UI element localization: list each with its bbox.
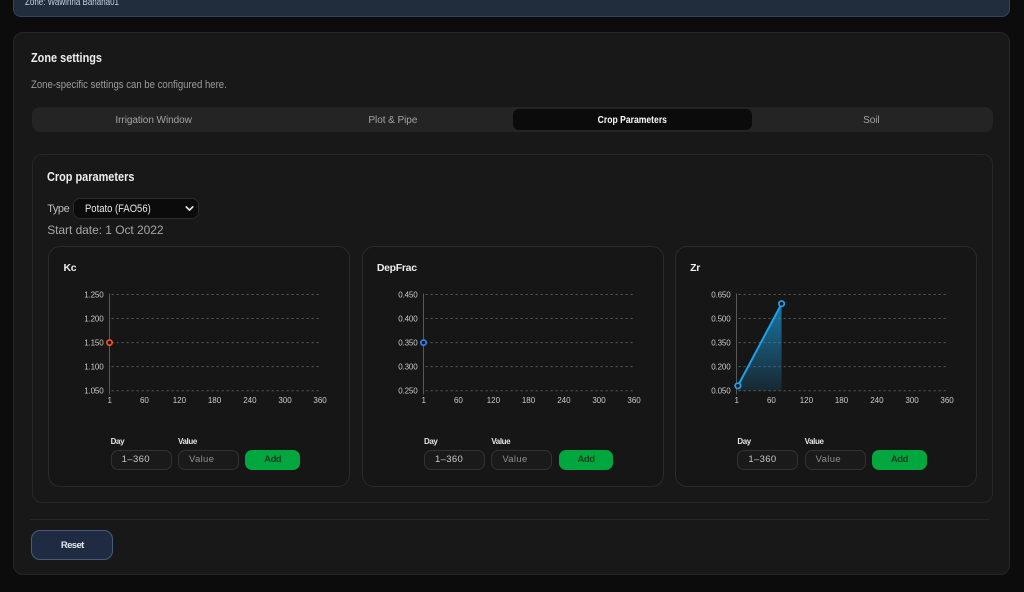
svg-text:180: 180 xyxy=(208,396,222,405)
svg-text:300: 300 xyxy=(279,396,293,405)
svg-text:120: 120 xyxy=(173,396,187,405)
svg-text:1: 1 xyxy=(735,396,740,405)
svg-text:0.650: 0.650 xyxy=(711,290,731,299)
svg-text:0.350: 0.350 xyxy=(711,339,731,348)
svg-text:60: 60 xyxy=(454,396,463,405)
svg-text:1.050: 1.050 xyxy=(85,387,105,396)
svg-text:180: 180 xyxy=(835,396,849,405)
svg-text:1.250: 1.250 xyxy=(85,290,105,299)
svg-text:240: 240 xyxy=(244,396,258,405)
svg-text:0.250: 0.250 xyxy=(398,387,418,396)
svg-text:240: 240 xyxy=(557,396,571,405)
svg-text:300: 300 xyxy=(592,396,606,405)
svg-text:1.100: 1.100 xyxy=(85,363,105,372)
svg-text:360: 360 xyxy=(314,396,328,405)
svg-text:60: 60 xyxy=(767,396,776,405)
svg-text:120: 120 xyxy=(487,396,501,405)
svg-text:60: 60 xyxy=(140,396,149,405)
svg-text:360: 360 xyxy=(941,396,955,405)
svg-text:240: 240 xyxy=(870,396,884,405)
svg-text:1.200: 1.200 xyxy=(85,314,105,323)
svg-text:0.300: 0.300 xyxy=(398,363,418,372)
svg-text:1.150: 1.150 xyxy=(85,339,105,348)
svg-text:300: 300 xyxy=(905,396,919,405)
svg-text:0.450: 0.450 xyxy=(398,290,418,299)
svg-text:0.350: 0.350 xyxy=(398,339,418,348)
svg-text:1: 1 xyxy=(108,396,113,405)
svg-text:120: 120 xyxy=(800,396,814,405)
svg-text:0.200: 0.200 xyxy=(711,363,731,372)
svg-text:0.400: 0.400 xyxy=(398,314,418,323)
svg-text:0.050: 0.050 xyxy=(711,387,731,396)
svg-text:360: 360 xyxy=(627,396,641,405)
svg-text:0.500: 0.500 xyxy=(711,314,731,323)
svg-text:1: 1 xyxy=(421,396,426,405)
svg-text:180: 180 xyxy=(522,396,536,405)
